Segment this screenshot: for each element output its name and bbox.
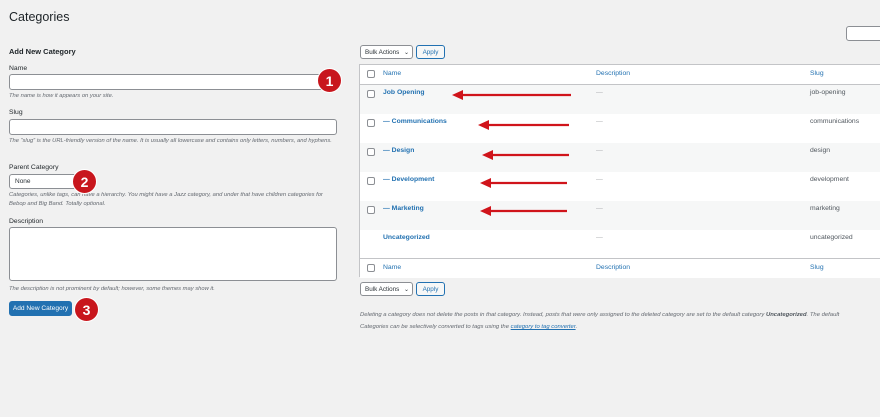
arrow-icon bbox=[480, 206, 567, 216]
arrow-icon bbox=[478, 120, 569, 130]
annotation-arrows bbox=[452, 90, 571, 216]
arrow-icon bbox=[452, 90, 571, 100]
arrow-icon bbox=[480, 178, 567, 188]
arrow-icon bbox=[482, 150, 569, 160]
